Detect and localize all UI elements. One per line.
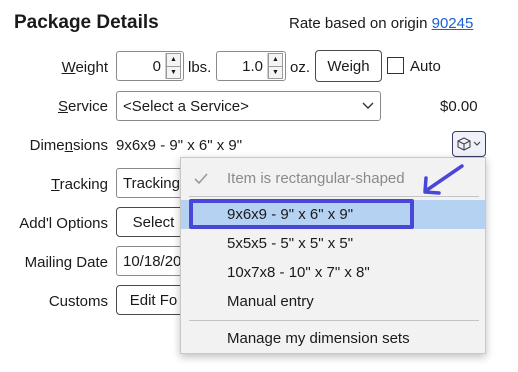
menu-item-manual-entry[interactable]: Manual entry [181, 287, 485, 316]
box-icon [457, 137, 471, 151]
tracking-label: Tracking [51, 176, 108, 193]
chevron-down-icon[interactable]: ▼ [166, 66, 181, 79]
dimensions-menu-button[interactable] [452, 131, 486, 157]
chevron-down-icon [473, 141, 481, 146]
lbs-stepper[interactable]: ▲ ▼ [165, 53, 181, 79]
weight-lbs-input[interactable]: 0 ▲ ▼ [116, 51, 184, 81]
menu-item-label: Item is rectangular-shaped [227, 170, 405, 187]
menu-item-label: 5x5x5 - 5" x 5" x 5" [227, 235, 354, 252]
menu-item-label: Manual entry [227, 293, 314, 310]
weigh-button[interactable]: Weigh [315, 50, 382, 82]
dimensions-label: Dimensions [29, 137, 108, 154]
weight-lbs-value: 0 [152, 57, 161, 75]
menu-item-5x5x5[interactable]: 5x5x5 - 5" x 5" x 5" [181, 229, 485, 258]
customs-label: Customs [48, 293, 108, 310]
service-select[interactable]: <Select a Service> [116, 91, 381, 121]
chevron-up-icon[interactable]: ▲ [166, 53, 181, 67]
annotation-highlight-box [189, 199, 414, 229]
oz-stepper[interactable]: ▲ ▼ [267, 53, 283, 79]
auto-checkbox[interactable] [387, 57, 404, 74]
weight-oz-value: 1.0 [242, 57, 263, 75]
menu-item-manage-dimension-sets[interactable]: Manage my dimension sets [181, 324, 485, 353]
service-label: Service [57, 98, 108, 115]
menu-item-10x7x8[interactable]: 10x7x8 - 10" x 7" x 8" [181, 258, 485, 287]
service-price: $0.00 [440, 98, 478, 115]
chevron-up-icon[interactable]: ▲ [268, 53, 283, 67]
weight-oz-input[interactable]: 1.0 ▲ ▼ [216, 51, 286, 81]
annotation-arrow-icon [423, 164, 464, 195]
auto-label: Auto [410, 58, 441, 75]
origin-zip-link[interactable]: 90245 [432, 15, 474, 32]
rate-origin-text: Rate based on origin 90245 [289, 15, 473, 32]
menu-item-label: 10x7x8 - 10" x 7" x 8" [227, 264, 370, 281]
page-title: Package Details [14, 12, 159, 33]
mailing-date-value: 10/18/20 [123, 252, 182, 270]
oz-unit: oz. [290, 59, 311, 76]
chevron-down-icon[interactable]: ▼ [268, 66, 283, 79]
checkmark-icon [194, 173, 208, 185]
mailing-date-label: Mailing Date [24, 254, 108, 271]
weight-label: Weight [61, 59, 108, 76]
chevron-down-icon [362, 102, 374, 109]
dimensions-value: 9x6x9 - 9" x 6" x 9" [116, 137, 243, 154]
service-selected-value: <Select a Service> [123, 97, 249, 115]
lbs-unit: lbs. [188, 59, 212, 76]
addl-options-label: Add'l Options [19, 215, 108, 232]
menu-separator [189, 320, 479, 321]
tracking-value: Tracking [123, 174, 180, 192]
rate-label: Rate based on origin [289, 15, 428, 32]
menu-item-label: Manage my dimension sets [227, 330, 410, 347]
